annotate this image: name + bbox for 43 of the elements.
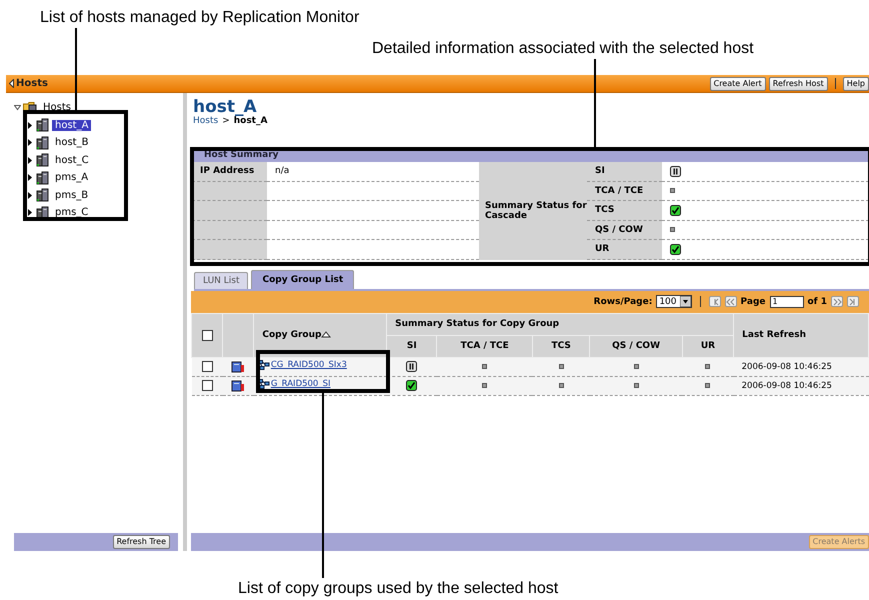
column-header[interactable]: Copy Group xyxy=(254,313,387,357)
tree-item[interactable]: host_A xyxy=(52,120,92,131)
rows-per-page-label: Rows/Page: xyxy=(594,296,652,306)
column-header: SI xyxy=(386,335,437,357)
column-header: TCS xyxy=(532,335,590,357)
column-header: QS / COW xyxy=(590,335,682,357)
column-header: TCA / TCE xyxy=(436,335,532,357)
status-label: SI xyxy=(587,162,662,182)
refresh-tree-button[interactable]: Refresh Tree xyxy=(112,535,170,549)
tree-item[interactable]: pms_B xyxy=(52,190,92,201)
tab[interactable]: LUN List xyxy=(194,272,248,288)
status-label: UR xyxy=(587,240,662,260)
header-button[interactable]: Help xyxy=(842,76,869,90)
column-header: UR xyxy=(682,335,734,357)
page-count: of 1 xyxy=(808,296,827,306)
status-label: TCS xyxy=(587,201,662,220)
status-label: QS / COW xyxy=(587,220,662,240)
breadcrumb-separator: > xyxy=(222,116,230,126)
breadcrumb-link[interactable]: Hosts xyxy=(193,116,218,126)
table-cell: 2006-09-08 10:46:25 xyxy=(734,357,868,376)
column-header: Last Refresh xyxy=(734,313,868,357)
annotation-text: Detailed information associated with the selected host xyxy=(372,40,754,58)
table-cell: 2006-09-08 10:46:25 xyxy=(734,376,868,395)
page-title: host_A xyxy=(193,98,257,116)
field-label: Summary Status for Cascade xyxy=(479,162,587,260)
field-label: IP Address xyxy=(192,162,267,182)
annotation-text: List of copy groups used by the selected host xyxy=(238,580,558,598)
tree-item[interactable]: pms_C xyxy=(52,207,92,218)
status-label: TCA / TCE xyxy=(587,182,662,201)
header-button[interactable]: Refresh Host xyxy=(768,76,828,90)
column-group-header: Summary Status for Copy Group xyxy=(386,313,734,335)
tree-item[interactable]: pms_A xyxy=(52,172,92,184)
tree-item[interactable]: host_B xyxy=(52,137,92,148)
page-number-field[interactable]: 1 xyxy=(770,296,804,308)
annotation-text: List of hosts managed by Replication Monitor xyxy=(40,9,360,27)
panel-title: Hosts xyxy=(16,78,48,89)
header-button[interactable]: Create Alert xyxy=(710,76,766,90)
tab[interactable]: Copy Group List xyxy=(251,270,354,288)
tree-item[interactable]: host_C xyxy=(52,154,92,166)
breadcrumb-current: host_A xyxy=(234,116,268,126)
page-label: Page xyxy=(740,296,766,306)
tree-item[interactable]: Hosts xyxy=(40,102,74,114)
rows-per-page-select[interactable]: 100 xyxy=(656,295,692,308)
